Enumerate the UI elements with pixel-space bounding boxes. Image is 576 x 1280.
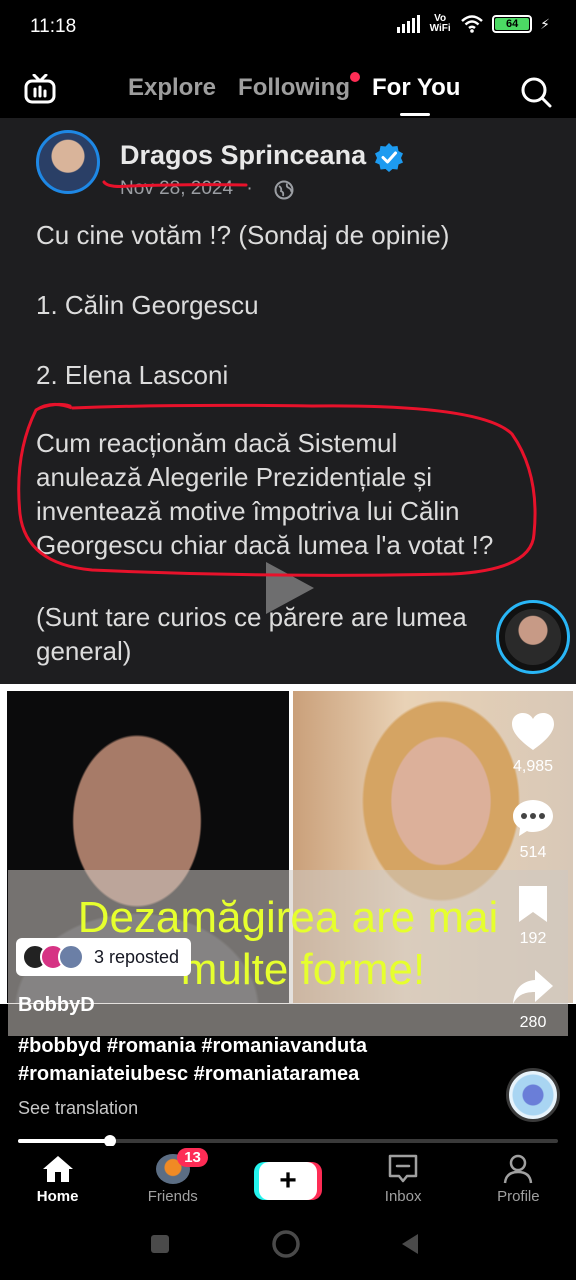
- home-system-icon[interactable]: [271, 1229, 301, 1259]
- charging-icon: ⚡: [540, 15, 550, 32]
- create-plus-icon: +: [258, 1162, 317, 1200]
- overlay-line-1: Dezamăgirea are mai: [77, 893, 499, 942]
- play-icon[interactable]: [258, 558, 318, 618]
- top-nav: Explore Following For You: [0, 62, 576, 118]
- nav-create[interactable]: +: [230, 1146, 345, 1214]
- nav-inbox-label: Inbox: [384, 1188, 422, 1205]
- post-line-body-4: Georgescu chiar dacă lumea l'a votat !?: [36, 530, 494, 560]
- bottom-nav: Home 13 Friends + Inbox Profile: [0, 1146, 576, 1214]
- verified-badge-icon: [375, 143, 403, 172]
- repost-label: 3 reposted: [94, 946, 180, 967]
- post-date: Nov 28, 2024 ·: [120, 178, 253, 200]
- post-line-body-2: anulează Alegerile Prezidențiale și: [36, 462, 433, 492]
- share-button[interactable]: 280: [502, 968, 564, 1032]
- back-icon[interactable]: [398, 1232, 422, 1256]
- comment-icon: [513, 800, 553, 836]
- inbox-icon: [388, 1154, 418, 1183]
- share-count: 280: [519, 1014, 547, 1031]
- search-icon[interactable]: [520, 76, 552, 108]
- battery-icon: 64: [492, 15, 533, 33]
- bookmark-icon: [519, 886, 547, 922]
- nav-profile[interactable]: Profile: [461, 1146, 576, 1214]
- status-icons: Vo WiFi 64 ⚡: [397, 14, 550, 34]
- caption-hashtags-2[interactable]: #romaniateiubesc #romaniataramea: [18, 1060, 367, 1088]
- post-date-text: Nov 28, 2024: [120, 178, 234, 199]
- video-progress-fill: [18, 1139, 110, 1143]
- recent-apps-icon[interactable]: [148, 1232, 172, 1256]
- post-line-option-1: 1. Călin Georgescu: [36, 290, 259, 320]
- see-translation-link[interactable]: See translation: [18, 1098, 138, 1119]
- tab-explore[interactable]: Explore: [128, 74, 216, 102]
- nav-inbox[interactable]: Inbox: [346, 1146, 461, 1214]
- post-line-body-5: (Sunt tare curios ce părere are lumea: [36, 602, 467, 632]
- like-button[interactable]: 4,985: [502, 712, 564, 776]
- nav-profile-label: Profile: [497, 1188, 540, 1205]
- profile-icon: [504, 1154, 533, 1184]
- tab-following-label: Following: [238, 74, 351, 101]
- post-line-option-2: 2. Elena Lasconi: [36, 360, 229, 390]
- wifi-icon: [461, 15, 483, 33]
- vowifi-label: Vo WiFi: [429, 13, 451, 34]
- video-username[interactable]: BobbyD: [18, 994, 95, 1017]
- post-line-body-1: Cum reacționăm dacă Sistemul: [36, 428, 398, 458]
- tab-following[interactable]: Following: [238, 72, 361, 102]
- status-time: 11:18: [30, 16, 77, 37]
- save-count: 192: [519, 930, 547, 947]
- like-count: 4,985: [512, 758, 554, 775]
- music-disc-icon[interactable]: [506, 1068, 560, 1122]
- video-post-screenshot[interactable]: Dragos Sprinceana Nov 28, 2024 · Cu cine…: [0, 118, 576, 684]
- nav-home[interactable]: Home: [0, 1146, 115, 1214]
- system-nav-bar: [0, 1214, 576, 1280]
- post-line-body-3: inventează motive împotriva lui Călin: [36, 496, 460, 526]
- home-icon: [42, 1156, 73, 1182]
- comment-button[interactable]: 514: [502, 798, 564, 862]
- status-bar: 11:18 Vo WiFi 64 ⚡: [0, 0, 576, 56]
- globe-icon: [274, 180, 294, 200]
- new-content-dot: [350, 72, 361, 82]
- post-line-body-6: general): [36, 636, 132, 666]
- tab-for-you[interactable]: For You: [372, 74, 460, 116]
- friends-badge: 13: [177, 1148, 208, 1167]
- post-author-avatar: [36, 130, 100, 194]
- feed-tabs: Explore Following For You: [128, 72, 460, 116]
- share-icon: [513, 970, 553, 1004]
- post-line-question: Cu cine votăm !? (Sondaj de opinie): [36, 220, 450, 250]
- creator-avatar[interactable]: [496, 600, 570, 674]
- nav-home-label: Home: [36, 1188, 79, 1205]
- reposter-avatar: [58, 944, 84, 970]
- battery-level: 64: [495, 18, 530, 30]
- creator-avatar-image: [505, 609, 561, 665]
- comment-count: 514: [519, 844, 547, 861]
- heart-icon: [512, 713, 554, 750]
- caption-hashtags-1[interactable]: #bobbyd #romania #romaniavanduta: [18, 1032, 367, 1060]
- nav-friends[interactable]: 13 Friends: [115, 1146, 230, 1214]
- video-progress-bar[interactable]: [18, 1135, 558, 1147]
- reposter-avatars: [22, 944, 84, 970]
- live-tv-icon[interactable]: [24, 74, 56, 104]
- repost-chip[interactable]: 3 reposted: [16, 938, 192, 976]
- signal-icon: [397, 15, 421, 33]
- save-button[interactable]: 192: [502, 884, 564, 948]
- post-author-name: Dragos Sprinceana: [120, 140, 367, 170]
- date-separator: ·: [246, 178, 253, 199]
- video-caption: #bobbyd #romania #romaniavanduta #romani…: [18, 1032, 367, 1088]
- nav-friends-label: Friends: [147, 1188, 198, 1205]
